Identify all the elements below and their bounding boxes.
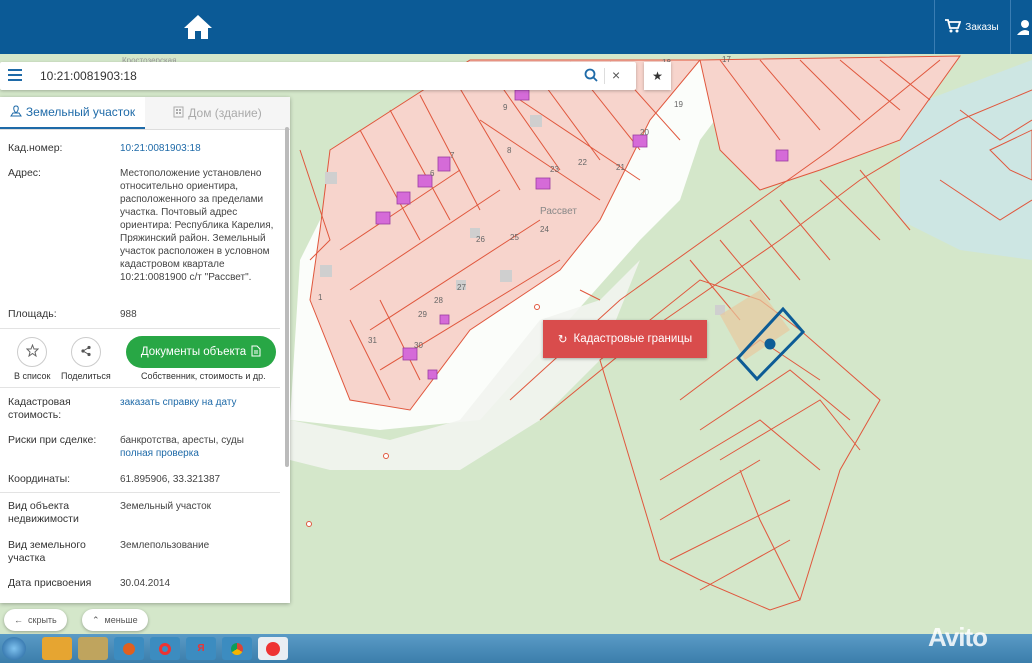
cad-number-link[interactable]: 10:21:0081903:18 (120, 142, 280, 155)
plot-number: 21 (616, 163, 625, 172)
orders-button[interactable]: Заказы (934, 0, 1009, 54)
field-label: Площадь: (8, 308, 57, 320)
building-icon (173, 106, 184, 121)
avito-watermark: Avito (928, 622, 988, 652)
clear-icon[interactable]: × (612, 67, 620, 83)
plot-number: 24 (540, 225, 549, 234)
docs-sublabel: Собственник, стоимость и др. (141, 371, 266, 381)
plot-number: 26 (476, 235, 485, 244)
start-button[interactable] (2, 637, 26, 660)
plot-number: 29 (418, 310, 427, 319)
star-icon: ★ (652, 69, 663, 83)
user-icon[interactable] (1010, 0, 1032, 54)
home-icon[interactable] (182, 12, 214, 42)
coordinates-value: 61.895906, 33.321387 (120, 474, 221, 485)
hide-label: скрыть (28, 615, 57, 625)
plot-number: 19 (674, 100, 683, 109)
tab-land-plot[interactable]: Земельный участок (0, 97, 145, 129)
area-value: 988 (120, 309, 137, 320)
object-documents-button[interactable]: Документы объекта (126, 336, 276, 368)
plot-number: 1 (318, 293, 323, 302)
yandex-browser-icon[interactable] (258, 637, 288, 660)
collapse-panel-button[interactable]: ⌃ меньше (82, 609, 148, 631)
chrome-icon[interactable] (222, 637, 252, 660)
tab-house[interactable]: Дом (здание) (145, 97, 290, 129)
file-explorer-icon[interactable] (78, 637, 108, 660)
risks-value: банкротства, аресты, суды (120, 435, 244, 446)
assign-date-value: 30.04.2014 (120, 578, 171, 589)
document-icon (251, 345, 261, 360)
plot-number: 31 (368, 336, 377, 345)
land-plot-icon (9, 104, 22, 120)
opera-icon[interactable] (150, 637, 180, 660)
star-outline-icon (25, 343, 39, 360)
field-label: Дата присвоения (8, 577, 92, 589)
plot-number: 7 (450, 151, 455, 160)
plot-number: 30 (414, 341, 423, 350)
address-value: Местоположение установлено относительно … (120, 168, 274, 283)
chevron-left-icon: ← (14, 615, 23, 625)
divider (0, 387, 280, 388)
chevron-up-icon: ⌃ (92, 614, 100, 625)
plot-type-value: Землепользование (120, 540, 210, 551)
cadastral-boundaries-button[interactable]: ↻ Кадастровые границы (543, 320, 707, 358)
app-icon[interactable] (114, 637, 144, 660)
share-label: Поделиться (61, 371, 111, 381)
search-icon[interactable] (584, 68, 598, 85)
less-label: меньше (104, 615, 138, 625)
plot-number: 22 (578, 158, 587, 167)
object-type-value: Земельный участок (120, 501, 212, 512)
refresh-icon: ↻ (557, 334, 568, 346)
field-label: Адрес: (8, 167, 41, 179)
yandex-icon[interactable]: Я (186, 637, 216, 660)
full-check-link[interactable]: полная проверка (120, 447, 280, 460)
media-player-icon[interactable] (42, 637, 72, 660)
plot-number: 27 (457, 283, 466, 292)
favorite-button[interactable]: ★ (644, 62, 671, 90)
map-label-rassvet: Рассвет (540, 206, 577, 217)
field-label: Кад.номер: (8, 142, 63, 154)
tab-land-plot-label: Земельный участок (25, 105, 136, 119)
divider (0, 492, 280, 493)
field-label: Риски при сделке: (8, 434, 97, 446)
plot-number: 28 (434, 296, 443, 305)
plot-number: 6 (430, 169, 435, 178)
top-bar: Заказы (0, 0, 1032, 54)
os-taskbar: Я (0, 634, 1032, 663)
docs-button-label: Документы объекта (140, 346, 247, 358)
field-label: Координаты: (8, 473, 71, 485)
order-certificate-link[interactable]: заказать справку на дату (120, 396, 280, 409)
hide-panel-button[interactable]: ← скрыть (4, 609, 67, 631)
panel-scrollbar[interactable] (285, 127, 289, 467)
divider (0, 328, 280, 329)
search-divider (604, 68, 605, 84)
search-bar: 10:21:0081903:18 × (0, 62, 636, 90)
plot-number: 20 (640, 128, 649, 137)
add-to-list-button[interactable] (17, 337, 47, 367)
orders-label: Заказы (965, 21, 999, 33)
menu-icon[interactable] (8, 69, 22, 81)
share-icon (80, 345, 92, 360)
plot-number: 8 (507, 146, 512, 155)
plot-number: 9 (503, 103, 508, 112)
plot-number: 17 (722, 55, 731, 64)
field-label: Вид объекта недвижимости (8, 500, 79, 525)
share-button[interactable] (71, 337, 101, 367)
cart-icon (945, 18, 962, 36)
tab-house-label: Дом (здание) (188, 106, 262, 120)
plot-number: 23 (550, 165, 559, 174)
field-label: Вид земельного участка (8, 539, 86, 564)
search-input[interactable]: 10:21:0081903:18 (40, 69, 137, 83)
cadastral-boundaries-label: Кадастровые границы (573, 333, 693, 345)
selected-parcel-marker[interactable] (764, 338, 776, 350)
object-info-panel: Земельный участок Дом (здание) Кад.номер… (0, 97, 290, 603)
add-to-list-label: В список (14, 371, 51, 381)
field-label: Кадастровая стоимость: (8, 396, 71, 421)
panel-tabs: Земельный участок Дом (здание) (0, 97, 290, 130)
plot-number: 25 (510, 233, 519, 242)
